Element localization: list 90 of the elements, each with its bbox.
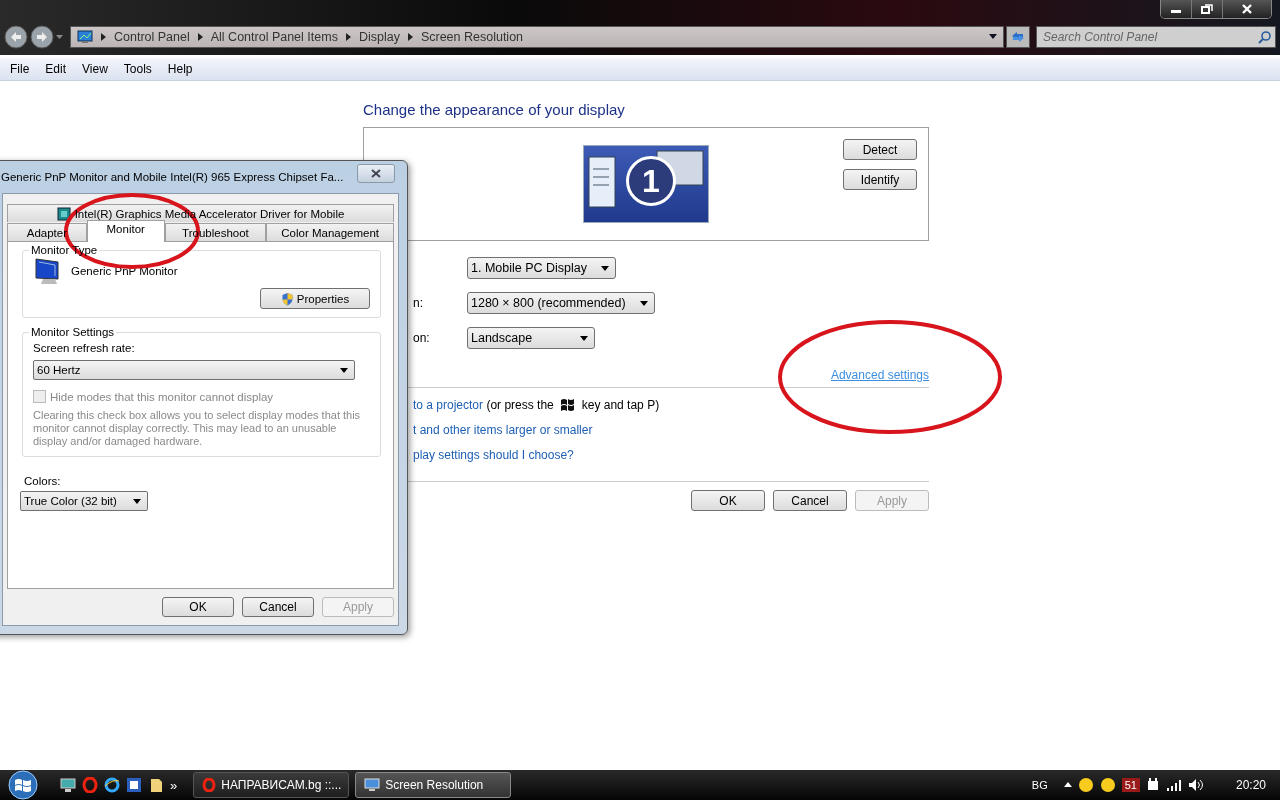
- checkbox-label: Hide modes that this monitor cannot display: [50, 390, 274, 403]
- chevron-icon: [101, 33, 106, 41]
- speaker-icon[interactable]: [1187, 778, 1204, 792]
- dropdown[interactable]: Landscape: [467, 327, 595, 349]
- caret-icon: [639, 300, 648, 306]
- start-button[interactable]: [6, 770, 40, 800]
- colors-dropdown[interactable]: True Color (32 bit): [20, 491, 148, 511]
- page-heading: Change the appearance of your display: [363, 101, 626, 118]
- caret-icon: [340, 367, 348, 373]
- caret-icon: [580, 335, 588, 341]
- advanced-settings-link[interactable]: Advanced settings: [830, 368, 929, 382]
- clock[interactable]: 20:20: [1235, 778, 1266, 792]
- document-icon[interactable]: [126, 777, 142, 793]
- close-button[interactable]: [1223, 0, 1271, 18]
- refresh-icon: [1010, 30, 1026, 44]
- refresh-button[interactable]: [1006, 26, 1030, 48]
- refresh-rate-dropdown[interactable]: 60 Hertz: [33, 360, 355, 380]
- messenger-icon[interactable]: [1077, 777, 1094, 793]
- chevron-icon: [407, 33, 413, 41]
- menu-item[interactable]: Help: [159, 62, 201, 76]
- dialog-button[interactable]: Cancel: [242, 597, 314, 617]
- breadcrumb[interactable]: Display: [358, 30, 400, 44]
- chevron-up-icon[interactable]: [1063, 782, 1072, 788]
- close-button[interactable]: [357, 164, 395, 183]
- back-button[interactable]: [4, 25, 28, 49]
- search-icon: [1258, 30, 1271, 44]
- dropdown-arrow-icon[interactable]: [989, 34, 997, 40]
- help-link[interactable]: play settings should I choose?: [413, 447, 574, 462]
- computer-icon[interactable]: [60, 777, 76, 793]
- globe-icon[interactable]: [104, 777, 120, 793]
- menu-item[interactable]: Edit: [37, 62, 75, 76]
- taskbar-button[interactable]: Screen Resolution: [355, 772, 512, 798]
- dialog-button[interactable]: OK: [691, 490, 765, 511]
- display-number: 1: [626, 156, 676, 206]
- taskbar-button[interactable]: НАПРАВИСАМ.bg ::...: [193, 772, 350, 798]
- restore-button[interactable]: [1192, 0, 1223, 18]
- chevron-icon: [345, 33, 351, 41]
- search-field[interactable]: Search Control Panel: [1041, 29, 1258, 45]
- tray-badge[interactable]: 51: [1121, 778, 1140, 792]
- close-icon: [1241, 4, 1253, 14]
- overflow-chevron[interactable]: »: [170, 777, 178, 793]
- breadcrumb[interactable]: Control Panel: [114, 30, 190, 44]
- control-panel-icon: [77, 30, 93, 44]
- field-label: Colors:: [24, 475, 61, 487]
- setting-label: n:: [413, 296, 423, 310]
- windows-logo-icon: [559, 397, 576, 412]
- caret-icon: [133, 498, 141, 504]
- dropdown-arrow-icon[interactable]: [56, 34, 64, 40]
- power-plug-icon[interactable]: [1145, 777, 1160, 793]
- dialog-button[interactable]: OK: [162, 597, 234, 617]
- chip-icon: [56, 206, 71, 221]
- menu-item[interactable]: Tools: [115, 62, 160, 76]
- search-box[interactable]: Search Control Panel: [1036, 26, 1276, 48]
- setting-label: on:: [413, 331, 430, 345]
- group-legend: Monitor Settings: [29, 326, 117, 338]
- dropdown[interactable]: 1280 × 800 (recommended): [467, 292, 655, 314]
- field-label: Screen refresh rate:: [33, 342, 136, 354]
- messenger-icon[interactable]: [1099, 777, 1116, 793]
- signal-icon[interactable]: [1165, 779, 1182, 791]
- action-button[interactable]: Identify: [843, 169, 917, 190]
- caret-icon: [601, 265, 609, 271]
- action-button[interactable]: Detect: [843, 139, 917, 160]
- dialog-title: Generic PnP Monitor and Mobile Intel(R) 965 Express Chipset Fa...: [1, 171, 344, 183]
- address-bar[interactable]: Control Panel All Control Panel Items Display Screen Resolution: [70, 26, 1004, 48]
- warning-note: Clearing this check box allows you to select display modes that this monitor cannot display correctly. This may lead to an unusable display and/or damaged hardware.: [33, 409, 362, 448]
- language-indicator[interactable]: BG: [1031, 779, 1048, 791]
- breadcrumb[interactable]: Screen Resolution: [420, 30, 524, 44]
- folder-icon[interactable]: [148, 777, 164, 793]
- breadcrumb[interactable]: All Control Panel Items: [210, 30, 338, 44]
- restore-icon: [1201, 4, 1213, 14]
- key-hint-text: key and tap P): [581, 397, 660, 412]
- dropdown[interactable]: 1. Mobile PC Display: [467, 257, 616, 279]
- close-icon: [371, 169, 381, 178]
- monitor-tile[interactable]: 1: [583, 145, 709, 223]
- opera-icon: [202, 778, 217, 792]
- menu-item[interactable]: View: [74, 62, 116, 76]
- shield-icon: [280, 291, 294, 306]
- properties-button[interactable]: Properties: [260, 288, 370, 309]
- key-hint-text: (or press the: [486, 397, 554, 412]
- forward-button[interactable]: [30, 25, 54, 49]
- tab[interactable]: Color Management: [266, 223, 394, 241]
- projector-link[interactable]: to a projector: [413, 397, 484, 412]
- help-link[interactable]: t and other items larger or smaller: [413, 422, 593, 437]
- minimize-button[interactable]: [1161, 0, 1192, 18]
- dialog-button[interactable]: Cancel: [773, 490, 847, 511]
- chevron-icon: [197, 33, 203, 41]
- opera-icon[interactable]: [82, 777, 98, 793]
- menu-item[interactable]: File: [2, 62, 38, 76]
- monitor-icon: [364, 778, 381, 792]
- tab[interactable]: Monitor: [86, 220, 165, 242]
